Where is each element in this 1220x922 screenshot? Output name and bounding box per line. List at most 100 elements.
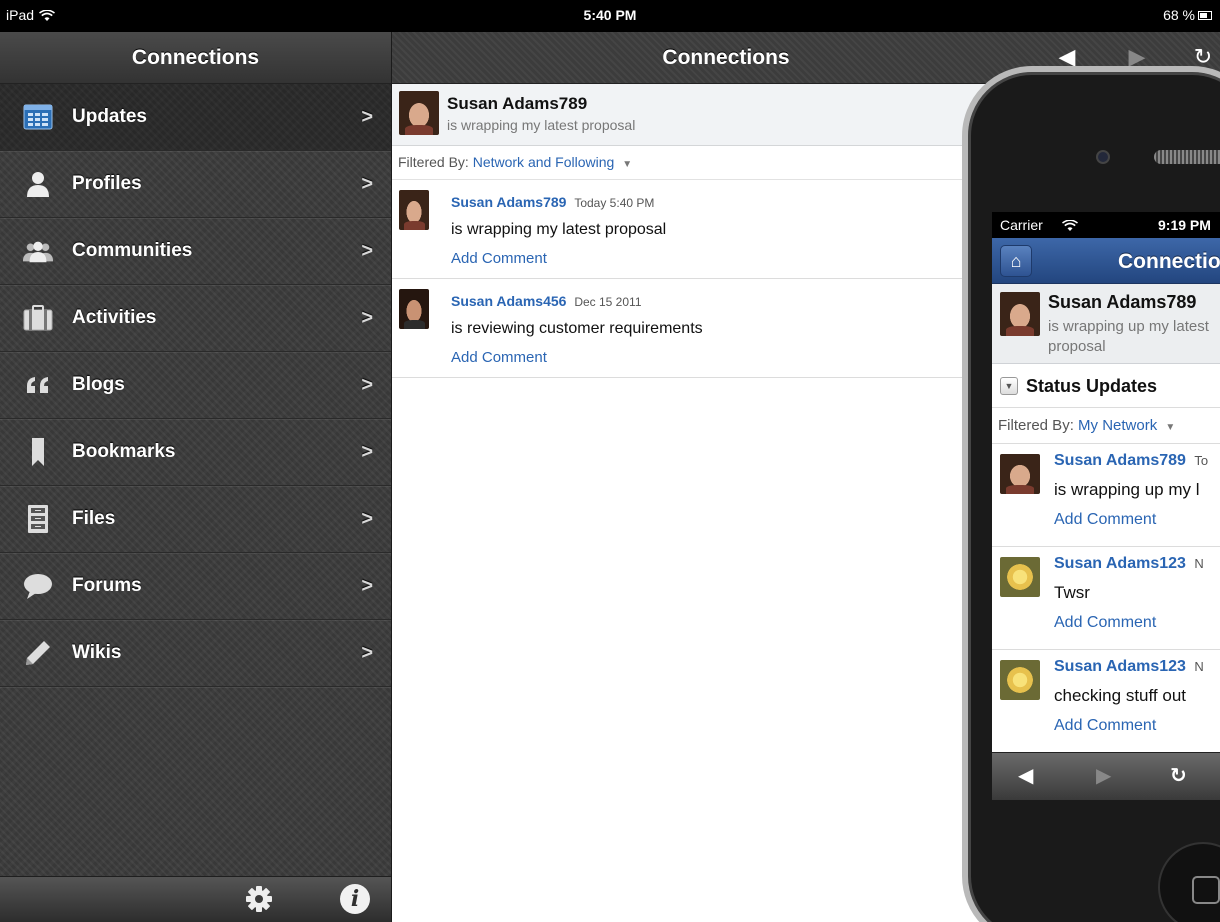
list-item: Susan Adams123 N Twsr Add Comment bbox=[992, 547, 1220, 650]
section-header[interactable]: ▼ Status Updates bbox=[992, 364, 1220, 408]
profile-icon bbox=[22, 168, 54, 200]
sidebar-item-label: Blogs bbox=[72, 374, 125, 395]
sidebar-item-bookmarks[interactable]: Bookmarks > bbox=[0, 419, 391, 486]
sidebar-item-label: Wikis bbox=[72, 642, 122, 663]
chevron-right-icon: > bbox=[361, 507, 373, 530]
author-link[interactable]: Susan Adams789 bbox=[451, 194, 566, 210]
sidebar-item-label: Communities bbox=[72, 240, 193, 261]
communities-icon bbox=[22, 235, 54, 267]
sidebar-footer: i bbox=[0, 876, 391, 922]
battery-percent: 68 % bbox=[1163, 7, 1195, 23]
add-comment-link[interactable]: Add Comment bbox=[451, 250, 547, 267]
timestamp: N bbox=[1194, 659, 1204, 674]
clock: 5:40 PM bbox=[583, 7, 637, 23]
bookmark-icon bbox=[22, 436, 54, 468]
author-link[interactable]: Susan Adams456 bbox=[451, 293, 566, 309]
carrier-name: Carrier bbox=[1000, 217, 1043, 233]
status-text: checking stuff out bbox=[1054, 686, 1186, 705]
chevron-right-icon: > bbox=[361, 574, 373, 597]
add-comment-link[interactable]: Add Comment bbox=[1054, 614, 1156, 632]
timestamp: To bbox=[1194, 453, 1209, 468]
filter-row: Filtered By: My Network ▼ bbox=[992, 408, 1220, 444]
camera-icon bbox=[1096, 150, 1110, 164]
avatar bbox=[399, 289, 429, 329]
sidebar-item-blogs[interactable]: Blogs > bbox=[0, 352, 391, 419]
add-comment-link[interactable]: Add Comment bbox=[451, 349, 547, 366]
timestamp: Dec 15 2011 bbox=[574, 295, 642, 309]
sidebar-item-label: Files bbox=[72, 508, 116, 529]
timestamp: Today 5:40 PM bbox=[574, 196, 655, 210]
sidebar-item-label: Activities bbox=[72, 307, 157, 328]
author-link[interactable]: Susan Adams123 bbox=[1054, 555, 1186, 572]
sidebar-title: Connections bbox=[0, 32, 391, 84]
author-link[interactable]: Susan Adams789 bbox=[1054, 452, 1186, 469]
sidebar-item-communities[interactable]: Communities > bbox=[0, 218, 391, 285]
forward-arrow-icon[interactable]: ▶ bbox=[1096, 763, 1111, 788]
sidebar-item-updates[interactable]: Updates > bbox=[0, 84, 391, 151]
sidebar-item-wikis[interactable]: Wikis > bbox=[0, 620, 391, 687]
status-text: Twsr bbox=[1054, 583, 1090, 602]
chevron-right-icon: > bbox=[361, 641, 373, 664]
home-icon[interactable]: ⌂ bbox=[1000, 245, 1032, 277]
sidebar: Connections Updates > Profiles > Communi… bbox=[0, 32, 392, 922]
status-bar: iPad 5:40 PM 68 % bbox=[0, 0, 1220, 32]
sidebar-item-forums[interactable]: Forums > bbox=[0, 553, 391, 620]
filter-dropdown[interactable]: My Network bbox=[1078, 417, 1157, 434]
iphone-device: Carrier 9:19 PM ⌂ Connections Susan Adam… bbox=[962, 66, 1220, 922]
chevron-right-icon: > bbox=[361, 105, 373, 128]
avatar bbox=[399, 190, 429, 230]
sidebar-item-files[interactable]: Files > bbox=[0, 486, 391, 553]
avatar bbox=[1000, 454, 1040, 494]
battery-icon bbox=[1198, 10, 1212, 20]
activities-icon bbox=[22, 302, 54, 334]
sidebar-item-label: Bookmarks bbox=[72, 441, 176, 462]
avatar bbox=[399, 91, 439, 135]
profile-status: is wrapping up my latest proposal bbox=[1048, 318, 1209, 355]
sidebar-item-activities[interactable]: Activities > bbox=[0, 285, 391, 352]
sidebar-item-label: Profiles bbox=[72, 173, 142, 194]
sidebar-item-label: Updates bbox=[72, 106, 147, 127]
filter-label: Filtered By: bbox=[998, 417, 1074, 434]
back-arrow-icon[interactable]: ◀ bbox=[1018, 763, 1033, 788]
avatar bbox=[1000, 660, 1040, 700]
phone-profile-summary[interactable]: Susan Adams789 is wrapping up my latest … bbox=[992, 284, 1220, 364]
chevron-right-icon: > bbox=[361, 306, 373, 329]
list-item: Susan Adams789 To is wrapping up my l Ad… bbox=[992, 444, 1220, 547]
pencil-icon bbox=[22, 637, 54, 669]
file-cabinet-icon bbox=[22, 503, 54, 535]
section-title: Status Updates bbox=[1026, 376, 1158, 396]
phone-nav-bar: ⌂ Connections bbox=[992, 238, 1220, 284]
author-link[interactable]: Susan Adams123 bbox=[1054, 658, 1186, 675]
chevron-down-icon[interactable]: ▼ bbox=[1000, 377, 1018, 395]
add-comment-link[interactable]: Add Comment bbox=[1054, 511, 1156, 529]
chevron-right-icon: > bbox=[361, 172, 373, 195]
gear-icon[interactable] bbox=[244, 884, 274, 914]
phone-toolbar: ◀ ▶ ↻ bbox=[992, 752, 1220, 800]
status-text: is wrapping my latest proposal bbox=[451, 221, 667, 238]
profile-name: Susan Adams789 bbox=[1048, 292, 1197, 312]
phone-screen: Carrier 9:19 PM ⌂ Connections Susan Adam… bbox=[992, 212, 1220, 800]
chevron-down-icon[interactable]: ▼ bbox=[1165, 422, 1175, 433]
list-item: Susan Adams123 N checking stuff out Add … bbox=[992, 650, 1220, 753]
add-comment-link[interactable]: Add Comment bbox=[1054, 717, 1156, 735]
home-button[interactable] bbox=[1158, 842, 1220, 922]
filter-label: Filtered By: bbox=[398, 154, 469, 170]
chevron-right-icon: > bbox=[361, 373, 373, 396]
sidebar-item-profiles[interactable]: Profiles > bbox=[0, 151, 391, 218]
avatar bbox=[1000, 557, 1040, 597]
profile-name: Susan Adams789 bbox=[447, 94, 588, 113]
wifi-icon bbox=[1062, 219, 1078, 231]
info-button[interactable]: i bbox=[340, 884, 370, 914]
timestamp: N bbox=[1194, 556, 1204, 571]
chevron-down-icon[interactable]: ▼ bbox=[622, 159, 632, 170]
filter-dropdown[interactable]: Network and Following bbox=[473, 154, 615, 170]
chevron-right-icon: > bbox=[361, 239, 373, 262]
refresh-icon[interactable]: ↻ bbox=[1170, 763, 1187, 788]
chevron-right-icon: > bbox=[361, 440, 373, 463]
updates-icon bbox=[22, 101, 54, 133]
phone-title: Connections bbox=[1118, 250, 1220, 273]
phone-clock: 9:19 PM bbox=[1158, 217, 1211, 233]
speech-bubble-icon bbox=[22, 570, 54, 602]
avatar bbox=[1000, 292, 1040, 336]
status-text: is wrapping up my l bbox=[1054, 480, 1200, 499]
